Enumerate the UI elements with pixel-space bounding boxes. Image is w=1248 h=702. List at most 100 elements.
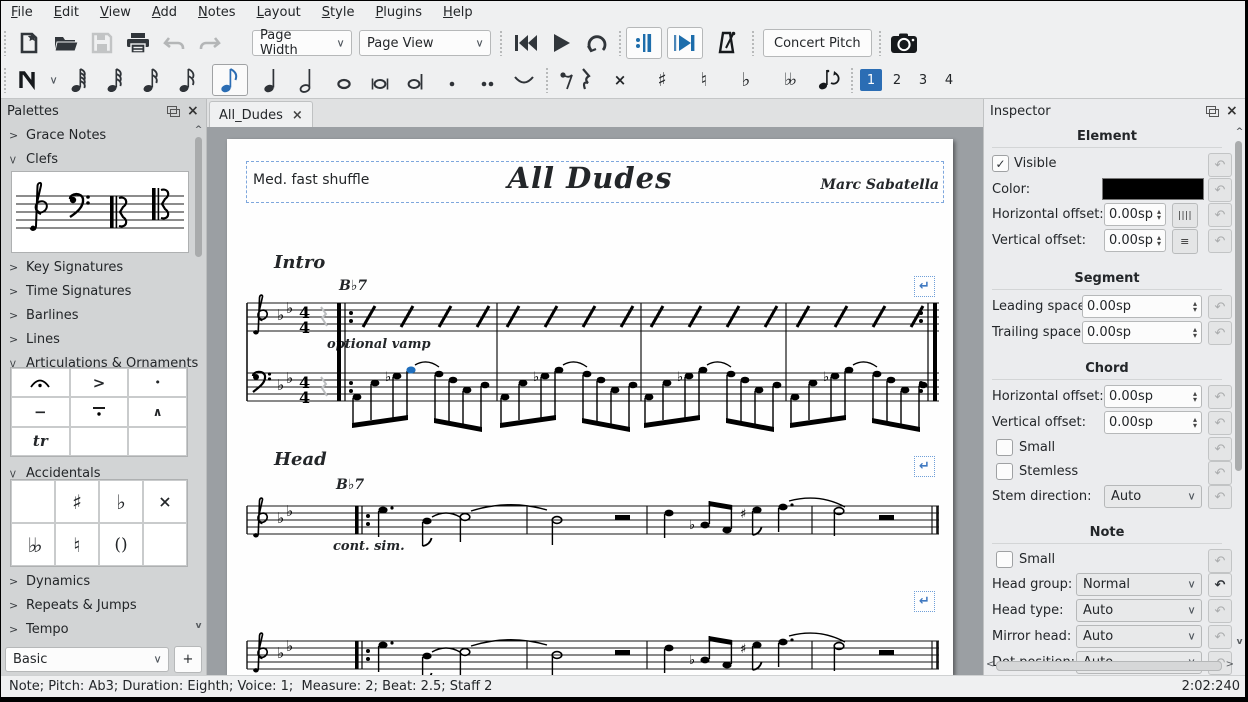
- chord-v-offset-spinbox[interactable]: 0.00sp▴▾: [1104, 411, 1202, 434]
- toolbar-drag-handle[interactable]: [3, 30, 8, 56]
- duration-eighth-button-selected[interactable]: [212, 64, 248, 96]
- duration-quarter-button[interactable]: [254, 64, 290, 96]
- element-h-offset-spinbox[interactable]: 0.00sp▴▾: [1104, 203, 1166, 226]
- empty-cell[interactable]: [70, 427, 129, 456]
- play-repeats-toggle[interactable]: [626, 27, 662, 59]
- reset-trailing-button[interactable]: ↶: [1208, 321, 1232, 345]
- score-page[interactable]: Med. fast shuffle All Dudes Marc Sabatel…: [227, 139, 953, 675]
- scroll-up-icon[interactable]: ^: [194, 125, 203, 135]
- duration-half-button[interactable]: [290, 64, 326, 96]
- flip-direction-button[interactable]: [811, 64, 847, 96]
- tie-button[interactable]: [506, 64, 542, 96]
- image-capture-button[interactable]: [886, 27, 922, 59]
- reset-note-small-button[interactable]: ↶: [1208, 549, 1232, 573]
- augmentation-dot-button[interactable]: [434, 64, 470, 96]
- scroll-right-icon[interactable]: >: [1226, 659, 1234, 670]
- menu-edit[interactable]: Edit: [54, 5, 79, 20]
- duration-longa-button[interactable]: [398, 64, 434, 96]
- head-group-select[interactable]: Normal>: [1076, 573, 1202, 596]
- float-panel-icon[interactable]: [167, 105, 180, 117]
- fermata-cell[interactable]: [11, 368, 70, 397]
- leading-space-spinbox[interactable]: 0.00sp▴▾: [1082, 295, 1202, 318]
- double-sharp-button[interactable]: ×: [599, 64, 641, 96]
- chord-h-offset-spinbox[interactable]: 0.00sp▴▾: [1104, 385, 1202, 408]
- palette-item-barlines[interactable]: >Barlines: [1, 303, 193, 327]
- float-panel-icon[interactable]: [1206, 105, 1219, 117]
- score-canvas[interactable]: Med. fast shuffle All Dudes Marc Sabatel…: [207, 127, 983, 675]
- accent-cell[interactable]: >: [70, 368, 129, 397]
- reset-v-offset-button[interactable]: ↶: [1208, 229, 1232, 253]
- duration-16th-button[interactable]: [170, 64, 206, 96]
- menu-notes[interactable]: Notes: [198, 5, 236, 20]
- reset-chord-v-button[interactable]: ↶: [1208, 411, 1232, 435]
- scrollbar-thumb[interactable]: [996, 661, 1222, 671]
- chord-small-checkbox[interactable]: [996, 439, 1013, 456]
- scroll-up-icon[interactable]: ^: [1235, 127, 1244, 137]
- inspector-hscrollbar[interactable]: < >: [986, 659, 1234, 672]
- new-score-button[interactable]: [12, 27, 48, 59]
- element-v-offset-spinbox[interactable]: 0.00sp▴▾: [1104, 229, 1166, 252]
- print-button[interactable]: [120, 27, 156, 59]
- palettes-scrollbar[interactable]: ^ v: [193, 125, 204, 631]
- stem-direction-select[interactable]: Auto>: [1104, 485, 1202, 508]
- selected-note[interactable]: [406, 367, 415, 374]
- reset-h-offset-button[interactable]: ↶: [1208, 203, 1232, 227]
- flat-cell[interactable]: ♭: [99, 480, 143, 523]
- palette-item-lines[interactable]: >Lines: [1, 327, 193, 351]
- reset-chord-small-button[interactable]: ↶: [1208, 437, 1232, 461]
- concert-pitch-button[interactable]: Concert Pitch: [763, 29, 872, 57]
- palette-item-grace-notes[interactable]: >Grace Notes: [1, 123, 193, 147]
- mirror-head-select[interactable]: Auto>: [1076, 625, 1202, 648]
- open-file-button[interactable]: [48, 27, 84, 59]
- scroll-down-icon[interactable]: v: [1235, 637, 1244, 647]
- reset-head-type-button[interactable]: ↶: [1208, 599, 1232, 623]
- voice-1-button[interactable]: 1: [860, 69, 882, 91]
- metronome-button[interactable]: [709, 27, 745, 59]
- reset-stem-dir-button[interactable]: ↶: [1208, 485, 1232, 509]
- natural-button[interactable]: ♮: [683, 64, 725, 96]
- voice-2-button[interactable]: 2: [886, 69, 908, 91]
- menu-style[interactable]: Style: [322, 5, 355, 20]
- reset-mirror-button[interactable]: ↶: [1208, 625, 1232, 649]
- menu-help[interactable]: Help: [443, 5, 473, 20]
- reset-color-button[interactable]: ↶: [1208, 178, 1232, 202]
- menu-plugins[interactable]: Plugins: [375, 5, 422, 20]
- snap-vertical-grid-button[interactable]: ≡: [1172, 229, 1198, 254]
- menu-view[interactable]: View: [100, 5, 131, 20]
- menu-file[interactable]: File: [11, 5, 33, 20]
- staccato-cell[interactable]: ·: [128, 368, 187, 397]
- reset-visible-button[interactable]: ↶: [1208, 153, 1232, 177]
- trailing-space-spinbox[interactable]: 0.00sp▴▾: [1082, 321, 1202, 344]
- snap-horizontal-grid-button[interactable]: ||||: [1172, 203, 1198, 228]
- flat-button[interactable]: ♭: [725, 64, 767, 96]
- palette-item-dynamics[interactable]: >Dynamics: [1, 569, 193, 593]
- color-swatch[interactable]: [1102, 178, 1204, 200]
- undo-button[interactable]: [156, 27, 192, 59]
- palette-item-repeats-jumps[interactable]: >Repeats & Jumps: [1, 593, 193, 617]
- menu-layout[interactable]: Layout: [257, 5, 301, 20]
- portato-cell[interactable]: [70, 397, 129, 426]
- double-flat-cell[interactable]: ♭♭: [11, 523, 55, 566]
- palette-item-tempo[interactable]: >Tempo: [1, 617, 193, 641]
- visible-checkbox[interactable]: ✓: [992, 155, 1009, 172]
- redo-button[interactable]: [192, 27, 228, 59]
- scrollbar-thumb[interactable]: [1235, 141, 1242, 471]
- reset-head-group-button[interactable]: ↶: [1208, 573, 1232, 597]
- note-small-checkbox[interactable]: [996, 551, 1013, 568]
- inspector-vscrollbar[interactable]: ^ v: [1234, 127, 1243, 647]
- parentheses-cell[interactable]: (): [99, 523, 143, 566]
- trill-cell[interactable]: tr: [11, 427, 70, 456]
- double-dot-button[interactable]: [470, 64, 506, 96]
- close-panel-icon[interactable]: ×: [187, 105, 200, 117]
- duration-breve-button[interactable]: [362, 64, 398, 96]
- reset-stemless-button[interactable]: ↶: [1208, 461, 1232, 485]
- loop-playback-button[interactable]: [579, 27, 615, 59]
- double-sharp-cell[interactable]: ×: [143, 480, 187, 523]
- duration-128th-button[interactable]: [62, 64, 98, 96]
- add-workspace-button[interactable]: +: [174, 646, 202, 673]
- empty-cell[interactable]: [143, 523, 187, 566]
- natural-cell[interactable]: ♮: [55, 523, 99, 566]
- note-input-mode-button[interactable]: >: [12, 64, 62, 96]
- score-tab[interactable]: All_Dudes ×: [209, 101, 313, 128]
- duration-32nd-button[interactable]: [134, 64, 170, 96]
